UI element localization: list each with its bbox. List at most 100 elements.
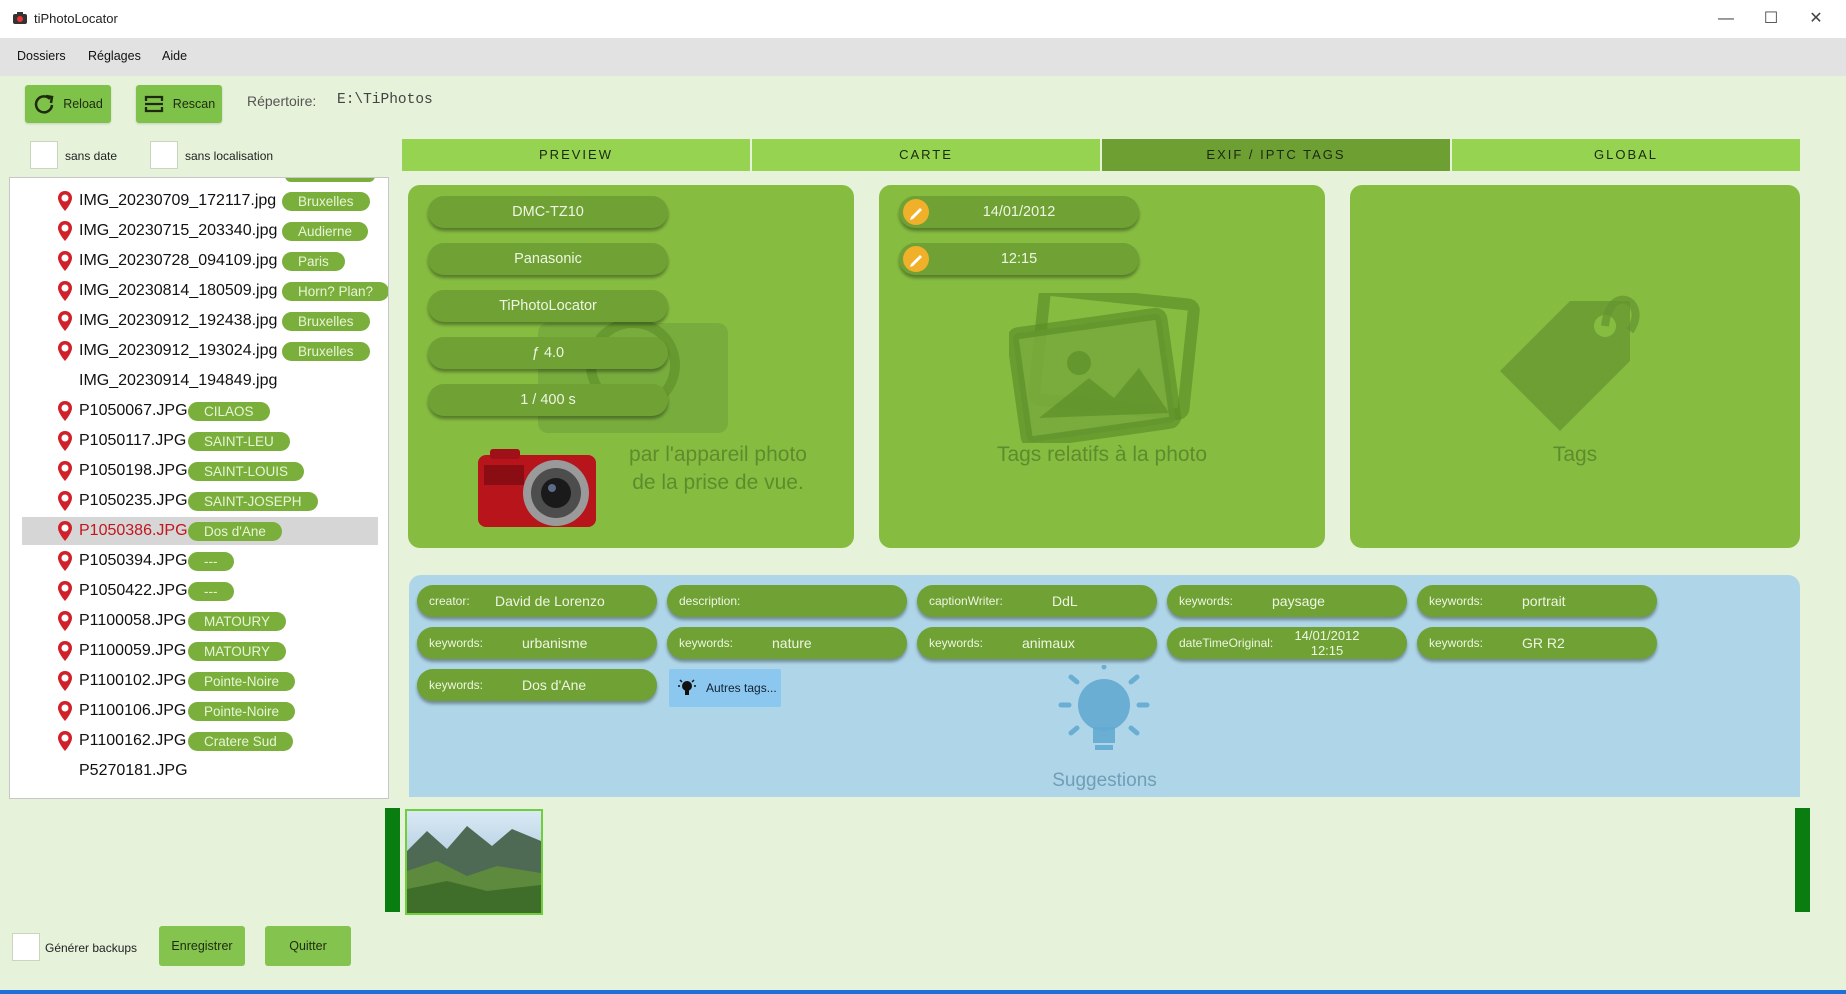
suggestions-ghost-text: Suggestions — [1052, 770, 1157, 791]
file-list-item[interactable]: P1050235.JPG SAINT-JOSEPH — [22, 487, 378, 515]
file-list-item[interactable]: P1050394.JPG --- — [22, 547, 378, 575]
lightbulb-watermark-icon — [1058, 665, 1150, 750]
file-list-item[interactable]: P1100106.JPG Pointe-Noire — [22, 697, 378, 725]
file-list-item[interactable]: IMG_20230728_094109.jpg Paris — [22, 247, 378, 275]
sans-date-label: sans date — [65, 149, 118, 163]
time-pill[interactable]: 12:15 — [899, 243, 1139, 275]
location-badge[interactable]: CILAOS — [188, 402, 270, 421]
file-list-item[interactable]: P1050422.JPG --- — [22, 577, 378, 605]
suggested-tag-pill[interactable]: keywords: GR R2 — [1417, 627, 1657, 659]
file-list-item[interactable]: P1050067.JPG CILAOS — [22, 397, 378, 425]
file-list-item[interactable]: IMG_20230715_203340.jpg Audierne — [22, 217, 378, 245]
tab-global[interactable]: GLOBAL — [1452, 139, 1800, 171]
suggested-tag-pill[interactable]: keywords: urbanisme — [417, 627, 657, 659]
suggested-tag-pill[interactable]: keywords: portrait — [1417, 585, 1657, 617]
camera-ghost-line1: par l'appareil photo — [629, 443, 807, 466]
software-pill[interactable]: TiPhotoLocator — [428, 290, 668, 322]
menu-aide[interactable]: Aide — [162, 49, 187, 63]
location-badge[interactable]: Audierne — [282, 222, 369, 241]
rescan-button[interactable]: Rescan — [136, 85, 222, 123]
thumb-strip-left-handle[interactable] — [385, 808, 400, 912]
suggested-tag-pill[interactable]: captionWriter: DdL — [917, 585, 1157, 617]
suggested-tag-pill[interactable]: keywords: nature — [667, 627, 907, 659]
file-list-item[interactable]: IMG_20230914_194849.jpg — [22, 367, 378, 395]
minimize-button[interactable]: — — [1706, 6, 1746, 32]
file-list-item[interactable]: P1100162.JPG Cratere Sud — [22, 727, 378, 755]
date-pill[interactable]: 14/01/2012 — [899, 196, 1139, 228]
location-pin-icon — [58, 281, 72, 301]
file-name: P5270181.JPG — [79, 762, 188, 779]
edit-time-icon[interactable] — [903, 246, 929, 272]
suggested-tag-pill[interactable]: description: — [667, 585, 907, 617]
location-badge[interactable]: Bruxelles — [282, 342, 370, 361]
file-list-item[interactable]: IMG_20230912_193024.jpg Bruxelles — [22, 337, 378, 365]
location-badge[interactable]: SAINT-LOUIS — [188, 462, 305, 481]
file-list-item[interactable]: P1100058.JPG MATOURY — [22, 607, 378, 635]
file-name: IMG_20230912_193024.jpg — [79, 342, 278, 359]
file-list-item[interactable]: P1050117.JPG SAINT-LEU — [22, 427, 378, 455]
thumb-strip-right-handle[interactable] — [1795, 808, 1810, 912]
autres-tags-button[interactable]: Autres tags... — [669, 669, 781, 707]
tag-key: dateTimeOriginal: — [1179, 636, 1274, 650]
location-badge[interactable]: Dos d'Ane — [188, 522, 282, 541]
file-list-item[interactable]: IMG_20230709_172117.jpg Bruxelles — [22, 187, 378, 215]
tag-key: description: — [679, 594, 741, 608]
lightbulb-icon — [678, 679, 696, 695]
location-badge[interactable]: --- — [188, 582, 234, 601]
location-badge[interactable]: Pointe-Noire — [188, 672, 296, 691]
title-bar: tiPhotoLocator — ☐ ✕ — [0, 0, 1846, 39]
suggested-tag-pill[interactable]: dateTimeOriginal: 14/01/2012 12:15 — [1167, 627, 1407, 659]
maximize-button[interactable]: ☐ — [1751, 6, 1791, 32]
enregistrer-button[interactable]: Enregistrer — [159, 926, 245, 966]
location-badge[interactable]: Horn? Plan? — [282, 282, 388, 301]
aperture-pill[interactable]: ƒ 4.0 — [428, 337, 668, 369]
location-badge[interactable]: SAINT-JOSEPH — [188, 492, 318, 511]
file-name: P1050386.JPG — [79, 522, 188, 539]
location-badge[interactable]: Cratere Sud — [188, 732, 293, 751]
location-badge[interactable]: SAINT-LEU — [188, 432, 290, 451]
suggested-tag-pill[interactable]: keywords: animaux — [917, 627, 1157, 659]
file-list-item[interactable]: P1050198.JPG SAINT-LOUIS — [22, 457, 378, 485]
menu-reglages[interactable]: Réglages — [88, 49, 141, 63]
location-pin-icon — [58, 491, 72, 511]
file-list-item[interactable]: IMG_20230912_192438.jpg Bruxelles — [22, 307, 378, 335]
location-badge[interactable]: Bruxelles — [282, 312, 370, 331]
file-list-item[interactable]: P5270181.JPG — [22, 757, 378, 785]
file-name: IMG_20230814_180509.jpg — [79, 282, 278, 299]
suggested-tag-pill[interactable]: creator: David de Lorenzo — [417, 585, 657, 617]
tag-key: captionWriter: — [929, 594, 1003, 608]
suggested-tag-pill[interactable]: keywords: paysage — [1167, 585, 1407, 617]
location-badge[interactable]: Pointe-Noire — [188, 702, 296, 721]
reload-button[interactable]: Reload — [25, 85, 111, 123]
tab-exif-iptc-tags[interactable]: EXIF / IPTC TAGS — [1102, 139, 1450, 171]
location-pin-icon — [58, 671, 72, 691]
file-list-item[interactable]: IMG_20230814_180509.jpg Horn? Plan? — [22, 277, 388, 305]
location-badge[interactable]: MATOURY — [188, 642, 287, 661]
quitter-button[interactable]: Quitter — [265, 926, 351, 966]
location-badge[interactable]: --- — [188, 552, 234, 571]
tag-key: keywords: — [929, 636, 984, 650]
close-button[interactable]: ✕ — [1796, 6, 1836, 32]
location-badge[interactable]: Bruxelles — [282, 192, 370, 211]
file-list-item[interactable]: P1100102.JPG Pointe-Noire — [22, 667, 378, 695]
camera-model-pill[interactable]: DMC-TZ10 — [428, 196, 668, 228]
tab-carte[interactable]: CARTE — [752, 139, 1100, 171]
menu-dossiers[interactable]: Dossiers — [17, 49, 66, 63]
file-list-item[interactable]: P1100059.JPG MATOURY — [22, 637, 378, 665]
thumbnail-image — [407, 811, 541, 913]
file-name: P1100059.JPG — [79, 642, 187, 659]
file-list[interactable]: IMG_20230709_172117.jpg Bruxelles IMG_2023… — [9, 177, 389, 799]
location-pin-icon — [58, 431, 72, 451]
generer-backups-checkbox[interactable] — [12, 933, 40, 961]
sans-localisation-checkbox[interactable] — [150, 141, 178, 169]
tab-preview[interactable]: PREVIEW — [402, 139, 750, 171]
camera-make-pill[interactable]: Panasonic — [428, 243, 668, 275]
edit-date-icon[interactable] — [903, 199, 929, 225]
suggested-tag-pill[interactable]: keywords: Dos d'Ane — [417, 669, 657, 701]
exposure-pill[interactable]: 1 / 400 s — [428, 384, 668, 416]
photo-thumbnail[interactable] — [405, 809, 543, 915]
file-list-item[interactable]: P1050386.JPG Dos d'Ane — [22, 517, 378, 545]
location-badge[interactable]: Paris — [282, 252, 345, 271]
sans-date-checkbox[interactable] — [30, 141, 58, 169]
location-badge[interactable]: MATOURY — [188, 612, 287, 631]
